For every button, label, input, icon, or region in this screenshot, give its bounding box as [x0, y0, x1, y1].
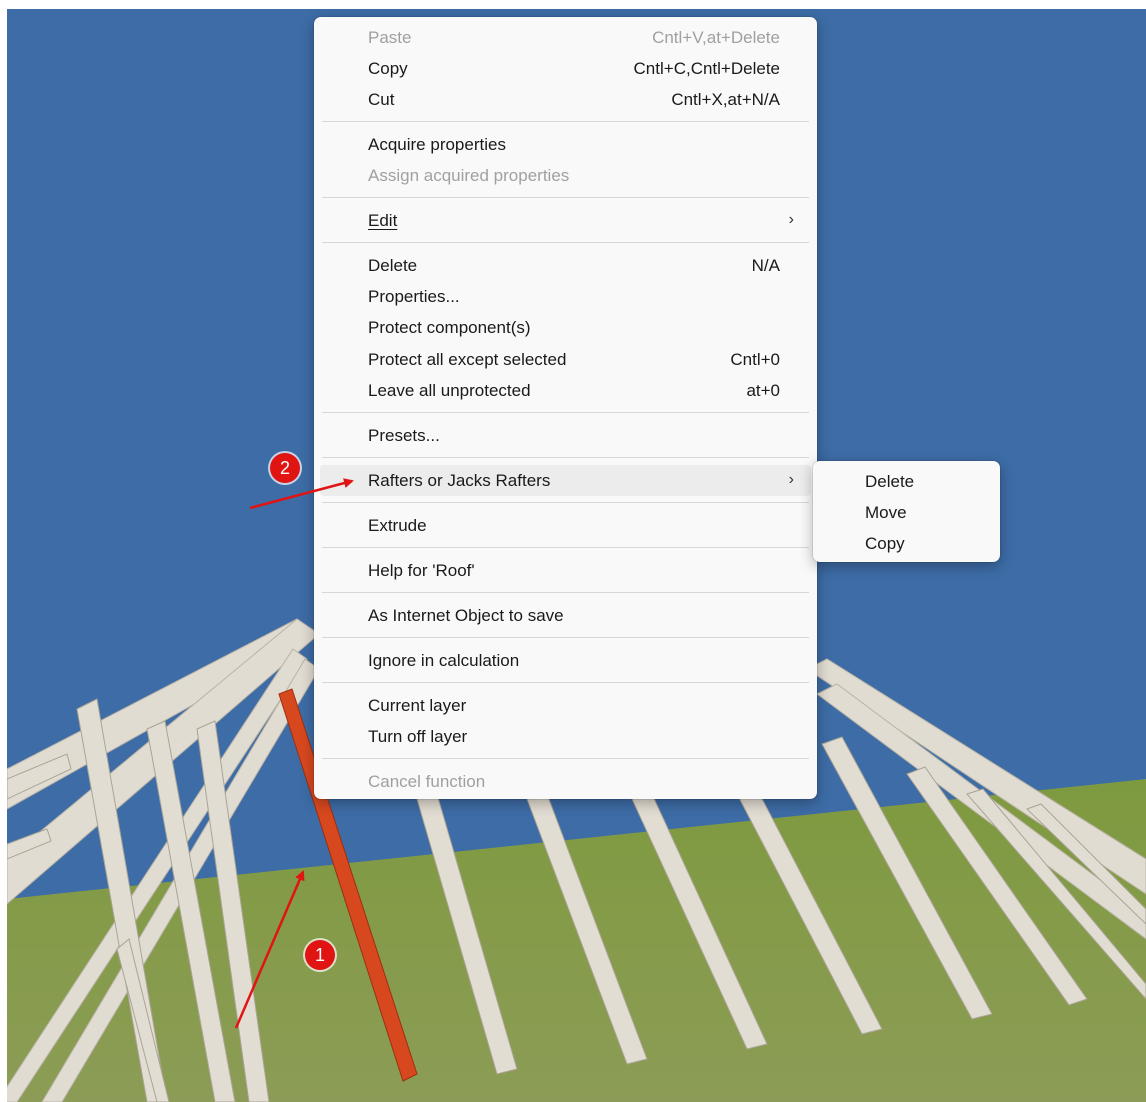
shortcut-label: N/A — [751, 255, 780, 275]
menu-item-cancel-function[interactable]: Cancel function — [320, 766, 811, 797]
menu-item-label: Copy — [368, 58, 408, 78]
menu-item-properties[interactable]: Properties... — [320, 281, 811, 312]
menu-item-rafters-or-jacks-rafters[interactable]: Rafters or Jacks Rafters › — [320, 465, 811, 496]
menu-item-label: Assign acquired properties — [368, 165, 570, 185]
menu-separator — [322, 682, 809, 683]
menu-item-label: Presets... — [368, 425, 440, 445]
menu-separator — [322, 547, 809, 548]
menu-item-edit[interactable]: Edit › — [320, 205, 811, 236]
shortcut-label: at+0 — [746, 380, 780, 400]
menu-item-label: Help for 'Roof' — [368, 560, 475, 580]
menu-item-label: Protect all except selected — [368, 349, 567, 369]
chevron-right-icon: › — [788, 211, 794, 228]
menu-item-label: Edit — [368, 210, 398, 230]
annotation-badge-1: 1 — [305, 940, 335, 970]
menu-item-label: Leave all unprotected — [368, 380, 531, 400]
menu-separator — [322, 592, 809, 593]
menu-item-as-internet-object[interactable]: As Internet Object to save — [320, 600, 811, 631]
menu-item-label: Current layer — [368, 695, 467, 715]
menu-item-help-for-roof[interactable]: Help for 'Roof' — [320, 555, 811, 586]
menu-item-assign-acquired-properties[interactable]: Assign acquired properties — [320, 160, 811, 191]
menu-separator — [322, 412, 809, 413]
menu-separator — [322, 758, 809, 759]
menu-item-delete[interactable]: Delete N/A — [320, 250, 811, 281]
menu-item-presets[interactable]: Presets... — [320, 420, 811, 451]
menu-item-label: Extrude — [368, 515, 427, 535]
menu-item-label: Properties... — [368, 286, 460, 306]
menu-separator — [322, 242, 809, 243]
submenu-item-delete[interactable]: Delete — [819, 466, 994, 497]
menu-item-protect-components[interactable]: Protect component(s) — [320, 312, 811, 343]
chevron-right-icon: › — [788, 471, 794, 488]
menu-separator — [322, 121, 809, 122]
menu-separator — [322, 197, 809, 198]
menu-item-turn-off-layer[interactable]: Turn off layer — [320, 721, 811, 752]
submenu-item-move[interactable]: Move — [819, 497, 994, 528]
menu-item-label: As Internet Object to save — [368, 605, 564, 625]
menu-item-label: Cut — [368, 89, 395, 109]
menu-item-label: Delete — [368, 255, 418, 275]
menu-item-paste[interactable]: Paste Cntl+V,at+Delete — [320, 22, 811, 53]
menu-item-label: Delete — [865, 471, 915, 491]
menu-separator — [322, 457, 809, 458]
shortcut-label: Cntl+C,Cntl+Delete — [633, 58, 780, 78]
menu-item-label: Copy — [865, 533, 905, 553]
menu-item-ignore-in-calculation[interactable]: Ignore in calculation — [320, 645, 811, 676]
shortcut-label: Cntl+X,at+N/A — [671, 89, 780, 109]
menu-item-copy[interactable]: Copy Cntl+C,Cntl+Delete — [320, 53, 811, 84]
menu-item-current-layer[interactable]: Current layer — [320, 690, 811, 721]
menu-item-label: Acquire properties — [368, 134, 506, 154]
menu-item-label: Turn off layer — [368, 726, 468, 746]
menu-separator — [322, 637, 809, 638]
menu-item-acquire-properties[interactable]: Acquire properties — [320, 129, 811, 160]
context-menu: Paste Cntl+V,at+Delete Copy Cntl+C,Cntl+… — [314, 17, 817, 799]
shortcut-label: Cntl+V,at+Delete — [652, 27, 780, 47]
menu-separator — [322, 502, 809, 503]
menu-item-leave-all-unprotected[interactable]: Leave all unprotected at+0 — [320, 375, 811, 406]
rafters-submenu: Delete Move Copy — [813, 461, 1000, 562]
menu-item-label: Move — [865, 502, 907, 522]
menu-item-label: Ignore in calculation — [368, 650, 520, 670]
shortcut-label: Cntl+0 — [730, 349, 780, 369]
menu-item-label: Paste — [368, 27, 412, 47]
menu-item-label: Protect component(s) — [368, 317, 531, 337]
menu-item-label: Cancel function — [368, 771, 486, 791]
menu-item-protect-all-except-selected[interactable]: Protect all except selected Cntl+0 — [320, 344, 811, 375]
annotation-badge-2: 2 — [270, 453, 300, 483]
menu-item-extrude[interactable]: Extrude — [320, 510, 811, 541]
submenu-item-copy[interactable]: Copy — [819, 528, 994, 559]
menu-item-cut[interactable]: Cut Cntl+X,at+N/A — [320, 84, 811, 115]
menu-item-label: Rafters or Jacks Rafters — [368, 470, 551, 490]
